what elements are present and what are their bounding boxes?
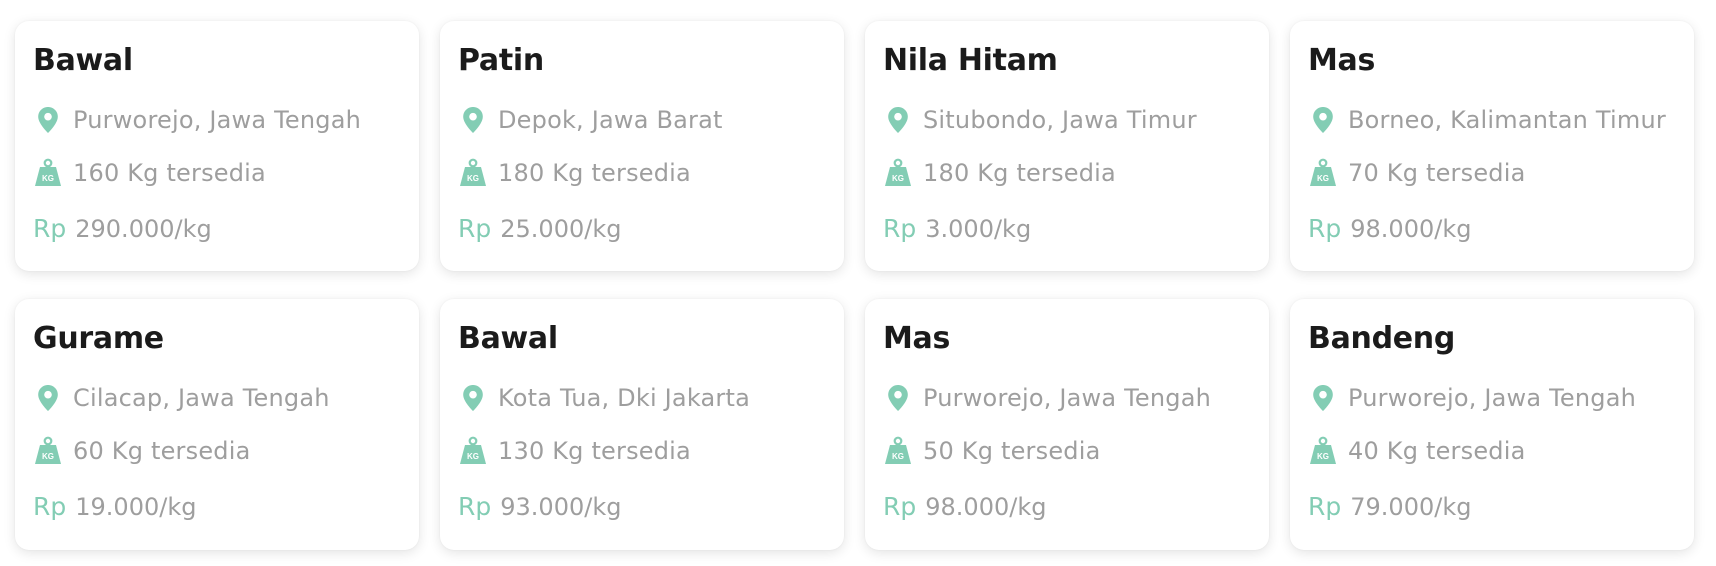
price-text: 93.000/kg: [500, 492, 622, 521]
product-card[interactable]: Mas Borneo, Kalimantan Timur KG 70 Kg te…: [1290, 21, 1694, 271]
product-stock: KG 180 Kg tersedia: [883, 158, 1116, 188]
svg-text:KG: KG: [1317, 452, 1329, 461]
product-location: Situbondo, Jawa Timur: [883, 105, 1197, 135]
map-pin-icon: [1308, 105, 1338, 135]
product-price: Rp 98.000/kg: [1308, 214, 1471, 243]
svg-text:KG: KG: [892, 174, 904, 183]
fish-product-grid: Bawal Purworejo, Jawa Tengah KG 160 Kg t…: [0, 0, 1716, 566]
stock-text: 70 Kg tersedia: [1348, 159, 1526, 187]
product-card[interactable]: Bawal Purworejo, Jawa Tengah KG 160 Kg t…: [15, 21, 419, 271]
currency-label: Rp: [458, 492, 492, 521]
product-price: Rp 3.000/kg: [883, 214, 1031, 243]
currency-label: Rp: [33, 492, 67, 521]
product-card[interactable]: Bawal Kota Tua, Dki Jakarta KG 130 Kg te…: [440, 299, 844, 550]
map-pin-icon: [33, 105, 63, 135]
product-location: Kota Tua, Dki Jakarta: [458, 383, 750, 413]
product-location: Cilacap, Jawa Tengah: [33, 383, 330, 413]
product-stock: KG 70 Kg tersedia: [1308, 158, 1526, 188]
currency-label: Rp: [883, 214, 917, 243]
location-text: Purworejo, Jawa Tengah: [923, 384, 1212, 412]
product-stock: KG 180 Kg tersedia: [458, 158, 691, 188]
currency-label: Rp: [458, 214, 492, 243]
product-name: Nila Hitam: [883, 43, 1058, 78]
product-price: Rp 19.000/kg: [33, 492, 196, 521]
location-text: Borneo, Kalimantan Timur: [1348, 106, 1666, 134]
kg-weight-icon: KG: [883, 158, 913, 188]
product-price: Rp 79.000/kg: [1308, 492, 1471, 521]
stock-text: 130 Kg tersedia: [498, 437, 691, 465]
kg-weight-icon: KG: [458, 436, 488, 466]
currency-label: Rp: [33, 214, 67, 243]
map-pin-icon: [458, 105, 488, 135]
stock-text: 180 Kg tersedia: [923, 159, 1116, 187]
product-stock: KG 160 Kg tersedia: [33, 158, 266, 188]
currency-label: Rp: [883, 492, 917, 521]
currency-label: Rp: [1308, 214, 1342, 243]
svg-text:KG: KG: [42, 452, 54, 461]
kg-weight-icon: KG: [33, 158, 63, 188]
product-price: Rp 98.000/kg: [883, 492, 1046, 521]
stock-text: 60 Kg tersedia: [73, 437, 251, 465]
product-price: Rp 290.000/kg: [33, 214, 212, 243]
map-pin-icon: [1308, 383, 1338, 413]
svg-text:KG: KG: [467, 174, 479, 183]
stock-text: 50 Kg tersedia: [923, 437, 1101, 465]
price-text: 98.000/kg: [925, 492, 1047, 521]
location-text: Depok, Jawa Barat: [498, 106, 723, 134]
product-location: Purworejo, Jawa Tengah: [33, 105, 361, 135]
svg-text:KG: KG: [1317, 174, 1329, 183]
product-price: Rp 93.000/kg: [458, 492, 621, 521]
stock-text: 40 Kg tersedia: [1348, 437, 1526, 465]
product-location: Purworejo, Jawa Tengah: [883, 383, 1211, 413]
product-name: Patin: [458, 43, 544, 78]
svg-text:KG: KG: [467, 452, 479, 461]
price-text: 19.000/kg: [75, 492, 197, 521]
product-card[interactable]: Bandeng Purworejo, Jawa Tengah KG 40 Kg …: [1290, 299, 1694, 550]
product-location: Purworejo, Jawa Tengah: [1308, 383, 1636, 413]
kg-weight-icon: KG: [458, 158, 488, 188]
map-pin-icon: [33, 383, 63, 413]
product-name: Bawal: [33, 43, 133, 78]
price-text: 25.000/kg: [500, 214, 622, 243]
product-stock: KG 130 Kg tersedia: [458, 436, 691, 466]
kg-weight-icon: KG: [33, 436, 63, 466]
svg-text:KG: KG: [42, 174, 54, 183]
product-card[interactable]: Patin Depok, Jawa Barat KG 180 Kg tersed…: [440, 21, 844, 271]
product-name: Bawal: [458, 321, 558, 356]
product-card[interactable]: Gurame Cilacap, Jawa Tengah KG 60 Kg ter…: [15, 299, 419, 550]
product-price: Rp 25.000/kg: [458, 214, 621, 243]
location-text: Purworejo, Jawa Tengah: [1348, 384, 1637, 412]
product-name: Bandeng: [1308, 321, 1456, 356]
product-stock: KG 50 Kg tersedia: [883, 436, 1101, 466]
product-name: Mas: [883, 321, 951, 356]
kg-weight-icon: KG: [1308, 436, 1338, 466]
kg-weight-icon: KG: [883, 436, 913, 466]
location-text: Situbondo, Jawa Timur: [923, 106, 1197, 134]
map-pin-icon: [883, 105, 913, 135]
product-location: Depok, Jawa Barat: [458, 105, 723, 135]
product-name: Gurame: [33, 321, 164, 356]
product-stock: KG 60 Kg tersedia: [33, 436, 251, 466]
price-text: 3.000/kg: [925, 214, 1032, 243]
product-name: Mas: [1308, 43, 1376, 78]
product-card[interactable]: Mas Purworejo, Jawa Tengah KG 50 Kg ters…: [865, 299, 1269, 550]
price-text: 98.000/kg: [1350, 214, 1472, 243]
location-text: Purworejo, Jawa Tengah: [73, 106, 362, 134]
currency-label: Rp: [1308, 492, 1342, 521]
kg-weight-icon: KG: [1308, 158, 1338, 188]
location-text: Kota Tua, Dki Jakarta: [498, 384, 750, 412]
map-pin-icon: [883, 383, 913, 413]
product-card[interactable]: Nila Hitam Situbondo, Jawa Timur KG 180 …: [865, 21, 1269, 271]
price-text: 79.000/kg: [1350, 492, 1472, 521]
map-pin-icon: [458, 383, 488, 413]
product-location: Borneo, Kalimantan Timur: [1308, 105, 1666, 135]
price-text: 290.000/kg: [75, 214, 212, 243]
stock-text: 160 Kg tersedia: [73, 159, 266, 187]
location-text: Cilacap, Jawa Tengah: [73, 384, 330, 412]
product-stock: KG 40 Kg tersedia: [1308, 436, 1526, 466]
stock-text: 180 Kg tersedia: [498, 159, 691, 187]
svg-text:KG: KG: [892, 452, 904, 461]
